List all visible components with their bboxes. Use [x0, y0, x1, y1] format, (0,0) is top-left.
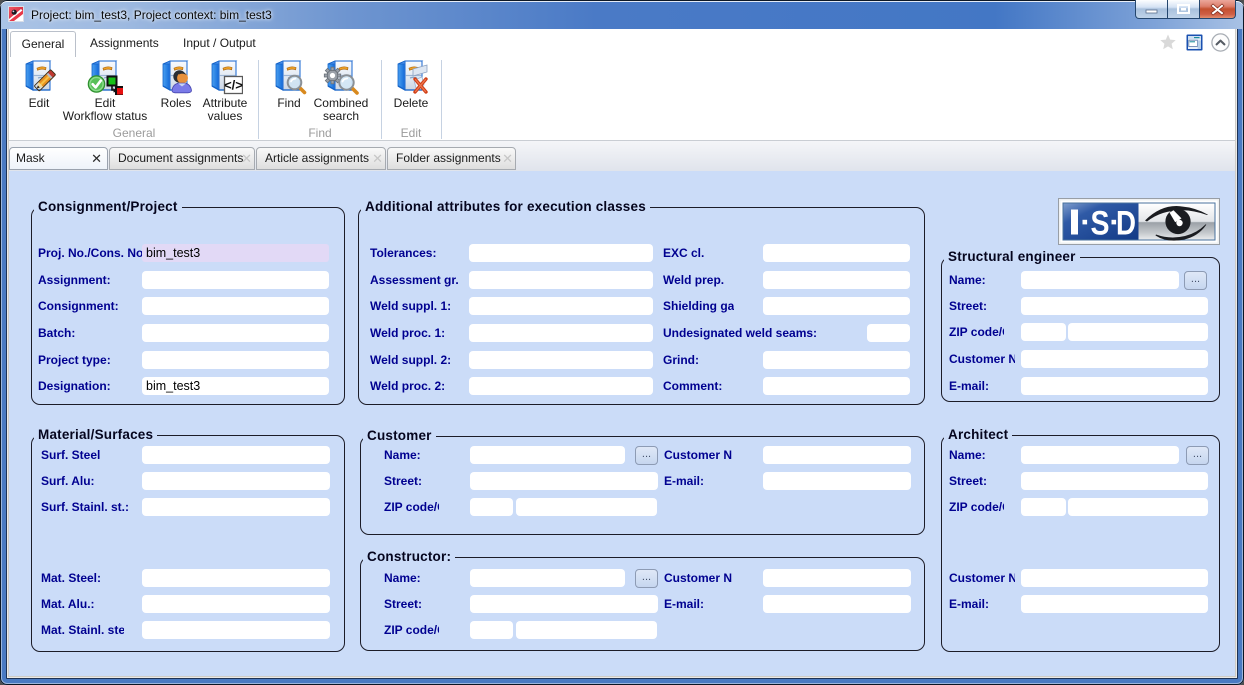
svg-text:D: D [1116, 205, 1136, 243]
svg-text:</>: </> [224, 78, 243, 93]
svg-text:S: S [1091, 205, 1110, 243]
